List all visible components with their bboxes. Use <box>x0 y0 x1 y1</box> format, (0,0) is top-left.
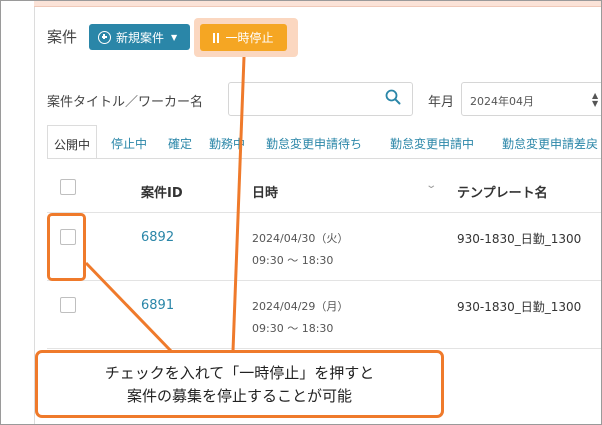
template-name-cell: 930-1830_日勤_1300 <box>457 232 582 246</box>
annotation-line-2: 案件の募集を停止することが可能 <box>126 387 352 405</box>
row-checkbox[interactable] <box>60 297 76 313</box>
new-case-button-label: 新規案件 <box>116 30 165 45</box>
table-row: 6892 2024/04/30（火） 09:30 ～ 18:30 930-183… <box>47 213 601 281</box>
template-name-cell: 930-1830_日勤_1300 <box>457 300 582 314</box>
tab-paused[interactable]: 停止中 <box>111 125 147 159</box>
table-row: 6891 2024/04/29（月） 09:30 ～ 18:30 930-183… <box>47 281 601 349</box>
checkbox-highlight <box>47 213 86 281</box>
top-banner <box>34 1 601 7</box>
tabs-divider <box>47 158 601 159</box>
screenshot-frame: 案件 新規案件 ▼ 一時停止 案件タイトル／ワーカー名 年月 2024年04月 … <box>0 0 602 425</box>
table-header: 案件ID 日時 ⌄ テンプレート名 <box>47 163 601 213</box>
datetime-cell: 2024/04/30（火） 09:30 ～ 18:30 <box>252 228 348 272</box>
date-text: 2024/04/30（火） <box>252 232 349 245</box>
month-label: 年月 <box>428 95 455 110</box>
month-select-value: 2024年04月 <box>470 95 534 108</box>
pause-button[interactable]: 一時停止 <box>200 24 287 51</box>
time-text: 09:30 ～ 18:30 <box>252 254 334 267</box>
tab-attendance-change-waiting[interactable]: 勤怠変更申請待ち <box>266 125 362 159</box>
search-label: 案件タイトル／ワーカー名 <box>47 95 204 110</box>
pause-button-label: 一時停止 <box>225 31 274 45</box>
tab-working[interactable]: 勤務中 <box>209 125 245 159</box>
tab-published[interactable]: 公開中 <box>47 125 98 159</box>
plus-circle-icon <box>98 30 111 44</box>
datetime-cell: 2024/04/29（月） 09:30 ～ 18:30 <box>252 296 348 340</box>
new-case-button[interactable]: 新規案件 ▼ <box>89 24 190 50</box>
chevron-down-icon[interactable]: ⌄ <box>425 180 437 191</box>
pause-icon <box>213 32 220 43</box>
annotation-callout: チェックを入れて「一時停止」を押すと 案件の募集を停止することが可能 <box>35 350 444 418</box>
column-header-template: テンプレート名 <box>457 186 548 201</box>
tab-attendance-change-returned[interactable]: 勤怠変更申請差戻 <box>502 125 598 159</box>
caret-down-icon: ▼ <box>171 32 178 42</box>
column-header-datetime[interactable]: 日時 <box>252 182 278 201</box>
tab-attendance-change-pending[interactable]: 勤怠変更申請中 <box>390 125 474 159</box>
month-select[interactable]: 2024年04月 ▲ ▼ <box>461 82 601 116</box>
select-arrows-icon: ▲ ▼ <box>592 91 599 108</box>
search-icon[interactable] <box>385 89 401 105</box>
annotation-line-1: チェックを入れて「一時停止」を押すと <box>104 364 375 382</box>
select-all-checkbox[interactable] <box>60 179 76 195</box>
column-header-id: 案件ID <box>141 186 183 201</box>
case-id-link[interactable]: 6892 <box>141 230 174 245</box>
case-id-link[interactable]: 6891 <box>141 298 174 313</box>
time-text: 09:30 ～ 18:30 <box>252 322 334 335</box>
page-title: 案件 <box>47 28 78 46</box>
tab-confirmed[interactable]: 確定 <box>168 125 192 159</box>
status-tabs: 公開中 停止中 確定 勤務中 勤怠変更申請待ち 勤怠変更申請中 勤怠変更申請差戻 <box>47 125 601 159</box>
date-text: 2024/04/29（月） <box>252 300 349 313</box>
